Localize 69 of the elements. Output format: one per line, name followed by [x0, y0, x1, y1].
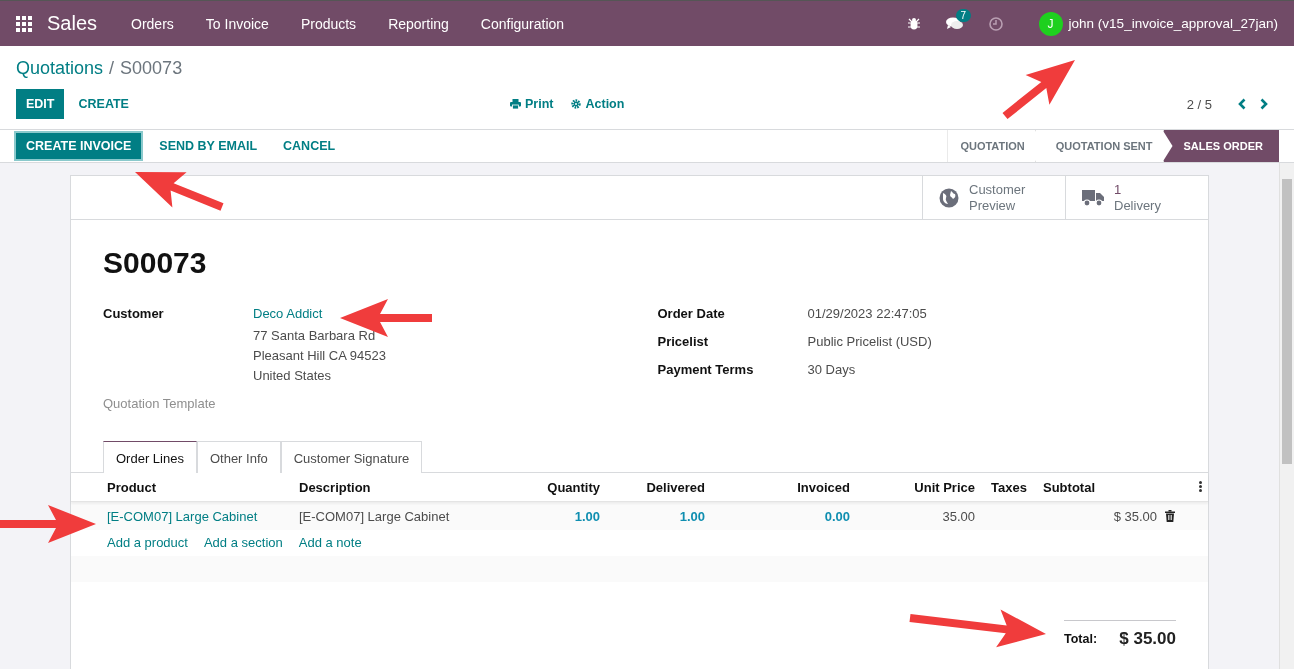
status-action-button[interactable]: SEND BY EMAIL: [149, 133, 268, 159]
globe-icon: [939, 187, 959, 208]
menu-item[interactable]: Orders: [115, 15, 190, 32]
truck-icon: [1082, 188, 1104, 207]
column-header[interactable]: Unit Price: [858, 479, 983, 495]
menu-item[interactable]: Configuration: [464, 15, 581, 32]
action-button[interactable]: Action: [571, 97, 625, 111]
next-icon[interactable]: [1260, 98, 1268, 110]
column-header[interactable]: Description: [291, 479, 461, 495]
user-name[interactable]: john (v15_invoice_approval_27jan): [1068, 16, 1278, 31]
message-count-badge: 7: [955, 9, 972, 22]
notebook-tab[interactable]: Customer Signature: [280, 441, 423, 473]
notebook-tab[interactable]: Other Info: [196, 441, 281, 473]
column-header[interactable]: Quantity: [461, 479, 608, 495]
table-cell[interactable]: [E-COM07] Large Cabinet: [99, 508, 291, 524]
create-invoice-button[interactable]: CREATE INVOICE: [16, 133, 142, 159]
edit-button[interactable]: EDIT: [16, 89, 65, 119]
field-value: 30 Days: [807, 362, 856, 379]
field-label: Order Date: [657, 306, 726, 323]
scrollbar[interactable]: [1279, 163, 1294, 669]
breadcrumb-separator: /: [109, 58, 115, 79]
field-value: 01/29/2023 22:47:05: [807, 306, 927, 323]
add-line-link[interactable]: Add a product: [107, 535, 188, 550]
menu-item[interactable]: Products: [284, 15, 373, 32]
menu-item[interactable]: To Invoice: [189, 15, 285, 32]
app-grid-icon[interactable]: [16, 15, 32, 32]
customer-link[interactable]: Deco Addict: [253, 304, 323, 324]
column-header[interactable]: Subtotal: [1035, 479, 1165, 495]
field-label: Customer: [103, 306, 165, 323]
menu-item[interactable]: Reporting: [372, 15, 465, 32]
chat-icon[interactable]: [945, 17, 963, 30]
previous-icon[interactable]: [1238, 98, 1246, 110]
clock-icon[interactable]: [988, 16, 1003, 31]
pager-counter: 2 / 5: [1186, 96, 1212, 112]
table-cell-text: [E-COM07] Large Cabinet: [298, 508, 451, 524]
address-line: Pleasant Hill CA 94523: [253, 347, 386, 365]
status-stage[interactable]: SALES ORDER: [1162, 130, 1279, 162]
column-header[interactable]: Product: [99, 479, 291, 495]
add-line-link[interactable]: Add a note: [298, 535, 362, 550]
table-cell-text: 35.00: [941, 508, 976, 524]
field-value: Public Pricelist (USD): [807, 334, 932, 351]
field-label: Pricelist: [657, 334, 710, 351]
table-cell-text: 1.00: [573, 508, 601, 524]
gear-icon: [571, 99, 582, 109]
total-amount: $ 35.00: [1119, 629, 1176, 649]
breadcrumb-link[interactable]: Quotations: [16, 58, 104, 79]
column-header[interactable]: Taxes: [983, 479, 1035, 495]
add-line-link[interactable]: Add a section: [203, 535, 283, 550]
notebook-tab[interactable]: Order Lines: [103, 441, 197, 473]
app-name[interactable]: Sales: [47, 12, 98, 35]
create-button[interactable]: CREATE: [68, 89, 139, 119]
status-action-button[interactable]: CANCEL: [273, 133, 346, 159]
column-header[interactable]: Delivered: [608, 479, 713, 495]
table-cell-text: 1.00: [678, 508, 706, 524]
table-cell-text: 0.00: [823, 508, 851, 524]
column-options-icon[interactable]: [1199, 481, 1202, 492]
breadcrumb-current: S00073: [120, 58, 183, 79]
address-line: United States: [253, 367, 332, 385]
bug-icon[interactable]: [907, 17, 920, 30]
field-label: Quotation Template: [103, 396, 217, 411]
field-label: Payment Terms: [657, 362, 755, 379]
printer-icon: [510, 99, 521, 109]
address-line: 77 Santa Barbara Rd: [253, 327, 376, 345]
column-header[interactable]: Invoiced: [713, 479, 858, 495]
table-cell-text: $ 35.00: [1112, 508, 1158, 524]
total-label: Total:: [1064, 632, 1098, 646]
print-button[interactable]: Print: [510, 97, 554, 111]
trash-icon[interactable]: [1165, 510, 1175, 522]
record-title: S00073: [103, 246, 208, 280]
